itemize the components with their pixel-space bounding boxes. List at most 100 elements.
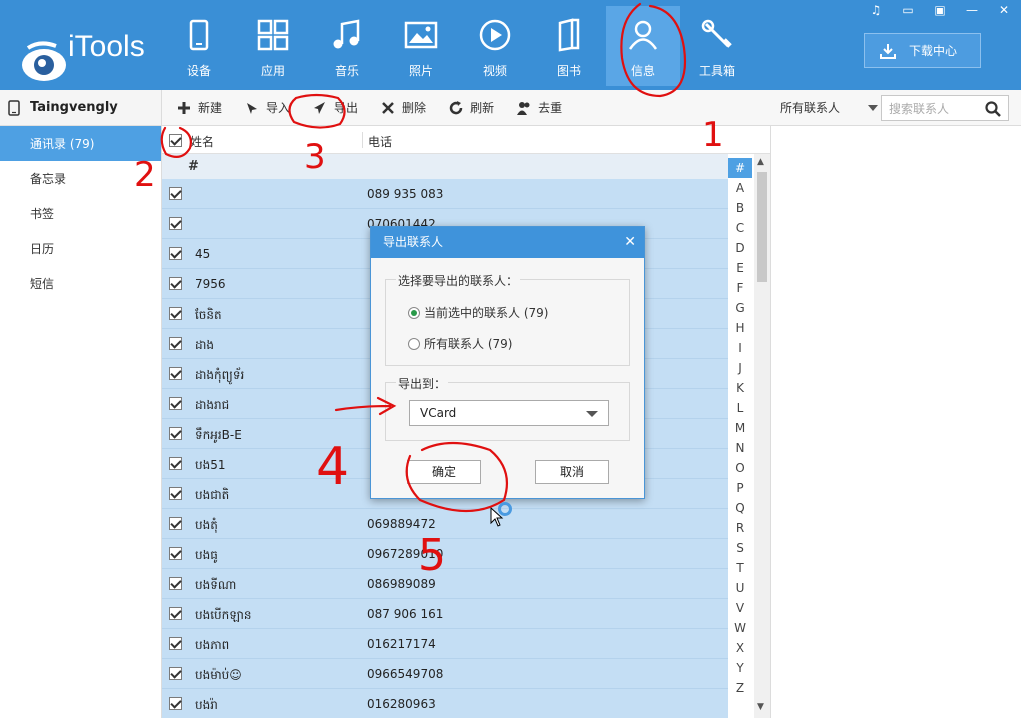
table-row[interactable]: បងធូ 0967289010 xyxy=(162,539,728,569)
cancel-button[interactable]: 取消 xyxy=(535,460,609,484)
nav-music[interactable]: 音乐 xyxy=(310,6,384,86)
alphabet-index-letter[interactable]: Z xyxy=(728,678,752,698)
search-contacts-input[interactable]: 搜索联系人 xyxy=(881,95,1009,121)
music-mini-icon[interactable]: ♫ xyxy=(865,2,887,18)
column-header-name[interactable]: 姓名 xyxy=(190,133,214,150)
alphabet-index-letter[interactable]: K xyxy=(728,378,752,398)
export-format-select[interactable]: VCard xyxy=(409,400,609,426)
list-scrollbar[interactable]: ▲ ▼ xyxy=(754,154,770,718)
row-checkbox[interactable] xyxy=(169,667,182,680)
row-checkbox[interactable] xyxy=(169,187,182,200)
alphabet-index-letter[interactable]: F xyxy=(728,278,752,298)
row-checkbox[interactable] xyxy=(169,547,182,560)
alphabet-index-letter[interactable]: Y xyxy=(728,658,752,678)
column-header-phone[interactable]: 电话 xyxy=(368,133,392,150)
select-all-checkbox[interactable] xyxy=(169,134,182,147)
alphabet-index-letter[interactable]: B xyxy=(728,198,752,218)
new-button[interactable]: 新建 xyxy=(168,95,230,121)
refresh-button[interactable]: 刷新 xyxy=(440,95,502,121)
row-checkbox[interactable] xyxy=(169,487,182,500)
alphabet-index-letter[interactable]: D xyxy=(728,238,752,258)
nav-device[interactable]: 设备 xyxy=(162,6,236,86)
alphabet-index-letter[interactable]: O xyxy=(728,458,752,478)
nav-apps[interactable]: 应用 xyxy=(236,6,310,86)
row-checkbox[interactable] xyxy=(169,697,182,710)
nav-device-label: 设备 xyxy=(186,64,211,78)
radio-all-indicator[interactable] xyxy=(408,337,420,350)
alphabet-index-letter[interactable]: S xyxy=(728,538,752,558)
row-checkbox[interactable] xyxy=(169,247,182,260)
alphabet-index-letter[interactable]: T xyxy=(728,558,752,578)
nav-photo[interactable]: 照片 xyxy=(384,6,458,86)
alphabet-index-letter[interactable]: X xyxy=(728,638,752,658)
scroll-thumb[interactable] xyxy=(757,172,767,282)
alphabet-index-letter[interactable]: H xyxy=(728,318,752,338)
minimize-icon[interactable]: — xyxy=(961,2,983,18)
table-row[interactable]: បងម៉ាប់☺ 0966549708 xyxy=(162,659,728,689)
alphabet-index-letter[interactable]: N xyxy=(728,438,752,458)
nav-toolbox[interactable]: 工具箱 xyxy=(680,6,754,86)
dedupe-button[interactable]: 去重 xyxy=(508,95,570,121)
scroll-down-arrow-icon[interactable]: ▼ xyxy=(757,702,764,712)
alphabet-index-letter[interactable]: P xyxy=(728,478,752,498)
close-window-icon[interactable]: ✕ xyxy=(993,2,1015,18)
alphabet-index-letter[interactable]: W xyxy=(728,618,752,638)
contact-filter-dropdown[interactable]: 所有联系人 xyxy=(780,99,879,116)
row-checkbox[interactable] xyxy=(169,517,182,530)
dialog-close-icon[interactable]: ✕ xyxy=(624,227,636,258)
alphabet-index-letter[interactable]: Q xyxy=(728,498,752,518)
radio-selected-label: 当前选中的联系人 (79) xyxy=(424,306,549,320)
row-checkbox[interactable] xyxy=(169,337,182,350)
radio-all-contacts[interactable]: 所有联系人 (79) xyxy=(408,335,512,352)
table-row[interactable]: បងរ៉ា 016280963 xyxy=(162,689,728,718)
row-checkbox[interactable] xyxy=(169,307,182,320)
sidebar-item-sms[interactable]: 短信 xyxy=(0,266,161,301)
alphabet-index-letter[interactable]: C xyxy=(728,218,752,238)
table-row[interactable]: 089 935 083 xyxy=(162,179,728,209)
alphabet-index-letter[interactable]: L xyxy=(728,398,752,418)
sidebar-item-bookmarks[interactable]: 书签 xyxy=(0,196,161,231)
table-row[interactable]: បងបើកឡាន 087 906 161 xyxy=(162,599,728,629)
alphabet-index-letter[interactable]: M xyxy=(728,418,752,438)
confirm-button[interactable]: 确定 xyxy=(407,460,481,484)
radio-selected-indicator[interactable] xyxy=(408,306,420,319)
table-row[interactable]: បងភាព 016217174 xyxy=(162,629,728,659)
row-checkbox[interactable] xyxy=(169,217,182,230)
alphabet-index-letter[interactable]: V xyxy=(728,598,752,618)
table-row[interactable]: បងតុំ 069889472 xyxy=(162,509,728,539)
sidebar-item-calendar[interactable]: 日历 xyxy=(0,231,161,266)
sidebar-item-notes[interactable]: 备忘录 xyxy=(0,161,161,196)
row-checkbox[interactable] xyxy=(169,427,182,440)
row-checkbox[interactable] xyxy=(169,277,182,290)
row-checkbox[interactable] xyxy=(169,397,182,410)
row-checkbox[interactable] xyxy=(169,367,182,380)
menu-icon[interactable]: ▣ xyxy=(929,2,951,18)
delete-button[interactable]: 删除 xyxy=(372,95,434,121)
alphabet-index-letter[interactable]: A xyxy=(728,178,752,198)
feedback-icon[interactable]: ▭ xyxy=(897,2,919,18)
nav-book[interactable]: 图书 xyxy=(532,6,606,86)
nav-video[interactable]: 视频 xyxy=(458,6,532,86)
alphabet-index-letter[interactable]: R xyxy=(728,518,752,538)
scroll-up-arrow-icon[interactable]: ▲ xyxy=(757,157,764,167)
row-checkbox[interactable] xyxy=(169,457,182,470)
alphabet-index-letter[interactable]: U xyxy=(728,578,752,598)
nav-contacts[interactable]: 信息 xyxy=(606,6,680,86)
row-checkbox[interactable] xyxy=(169,637,182,650)
export-button[interactable]: 导出 xyxy=(304,95,366,121)
radio-selected-contacts[interactable]: 当前选中的联系人 (79) xyxy=(408,304,548,321)
sidebar-item-contacts[interactable]: 通讯录 (79) xyxy=(0,126,161,161)
contact-name: បងធូ xyxy=(195,548,218,562)
alphabet-index-letter[interactable]: G xyxy=(728,298,752,318)
row-checkbox[interactable] xyxy=(169,607,182,620)
alphabet-index-letter[interactable]: J xyxy=(728,358,752,378)
alphabet-index-letter[interactable]: E xyxy=(728,258,752,278)
alphabet-index-letter[interactable]: # xyxy=(728,158,752,178)
table-row[interactable]: បងទីណា 086989089 xyxy=(162,569,728,599)
search-icon[interactable] xyxy=(984,100,1002,118)
download-center-button[interactable]: 下载中心 xyxy=(864,33,981,68)
alphabet-index-letter[interactable]: I xyxy=(728,338,752,358)
import-button[interactable]: 导入 xyxy=(236,95,298,121)
device-row[interactable]: Taingvengly xyxy=(0,90,161,126)
row-checkbox[interactable] xyxy=(169,577,182,590)
